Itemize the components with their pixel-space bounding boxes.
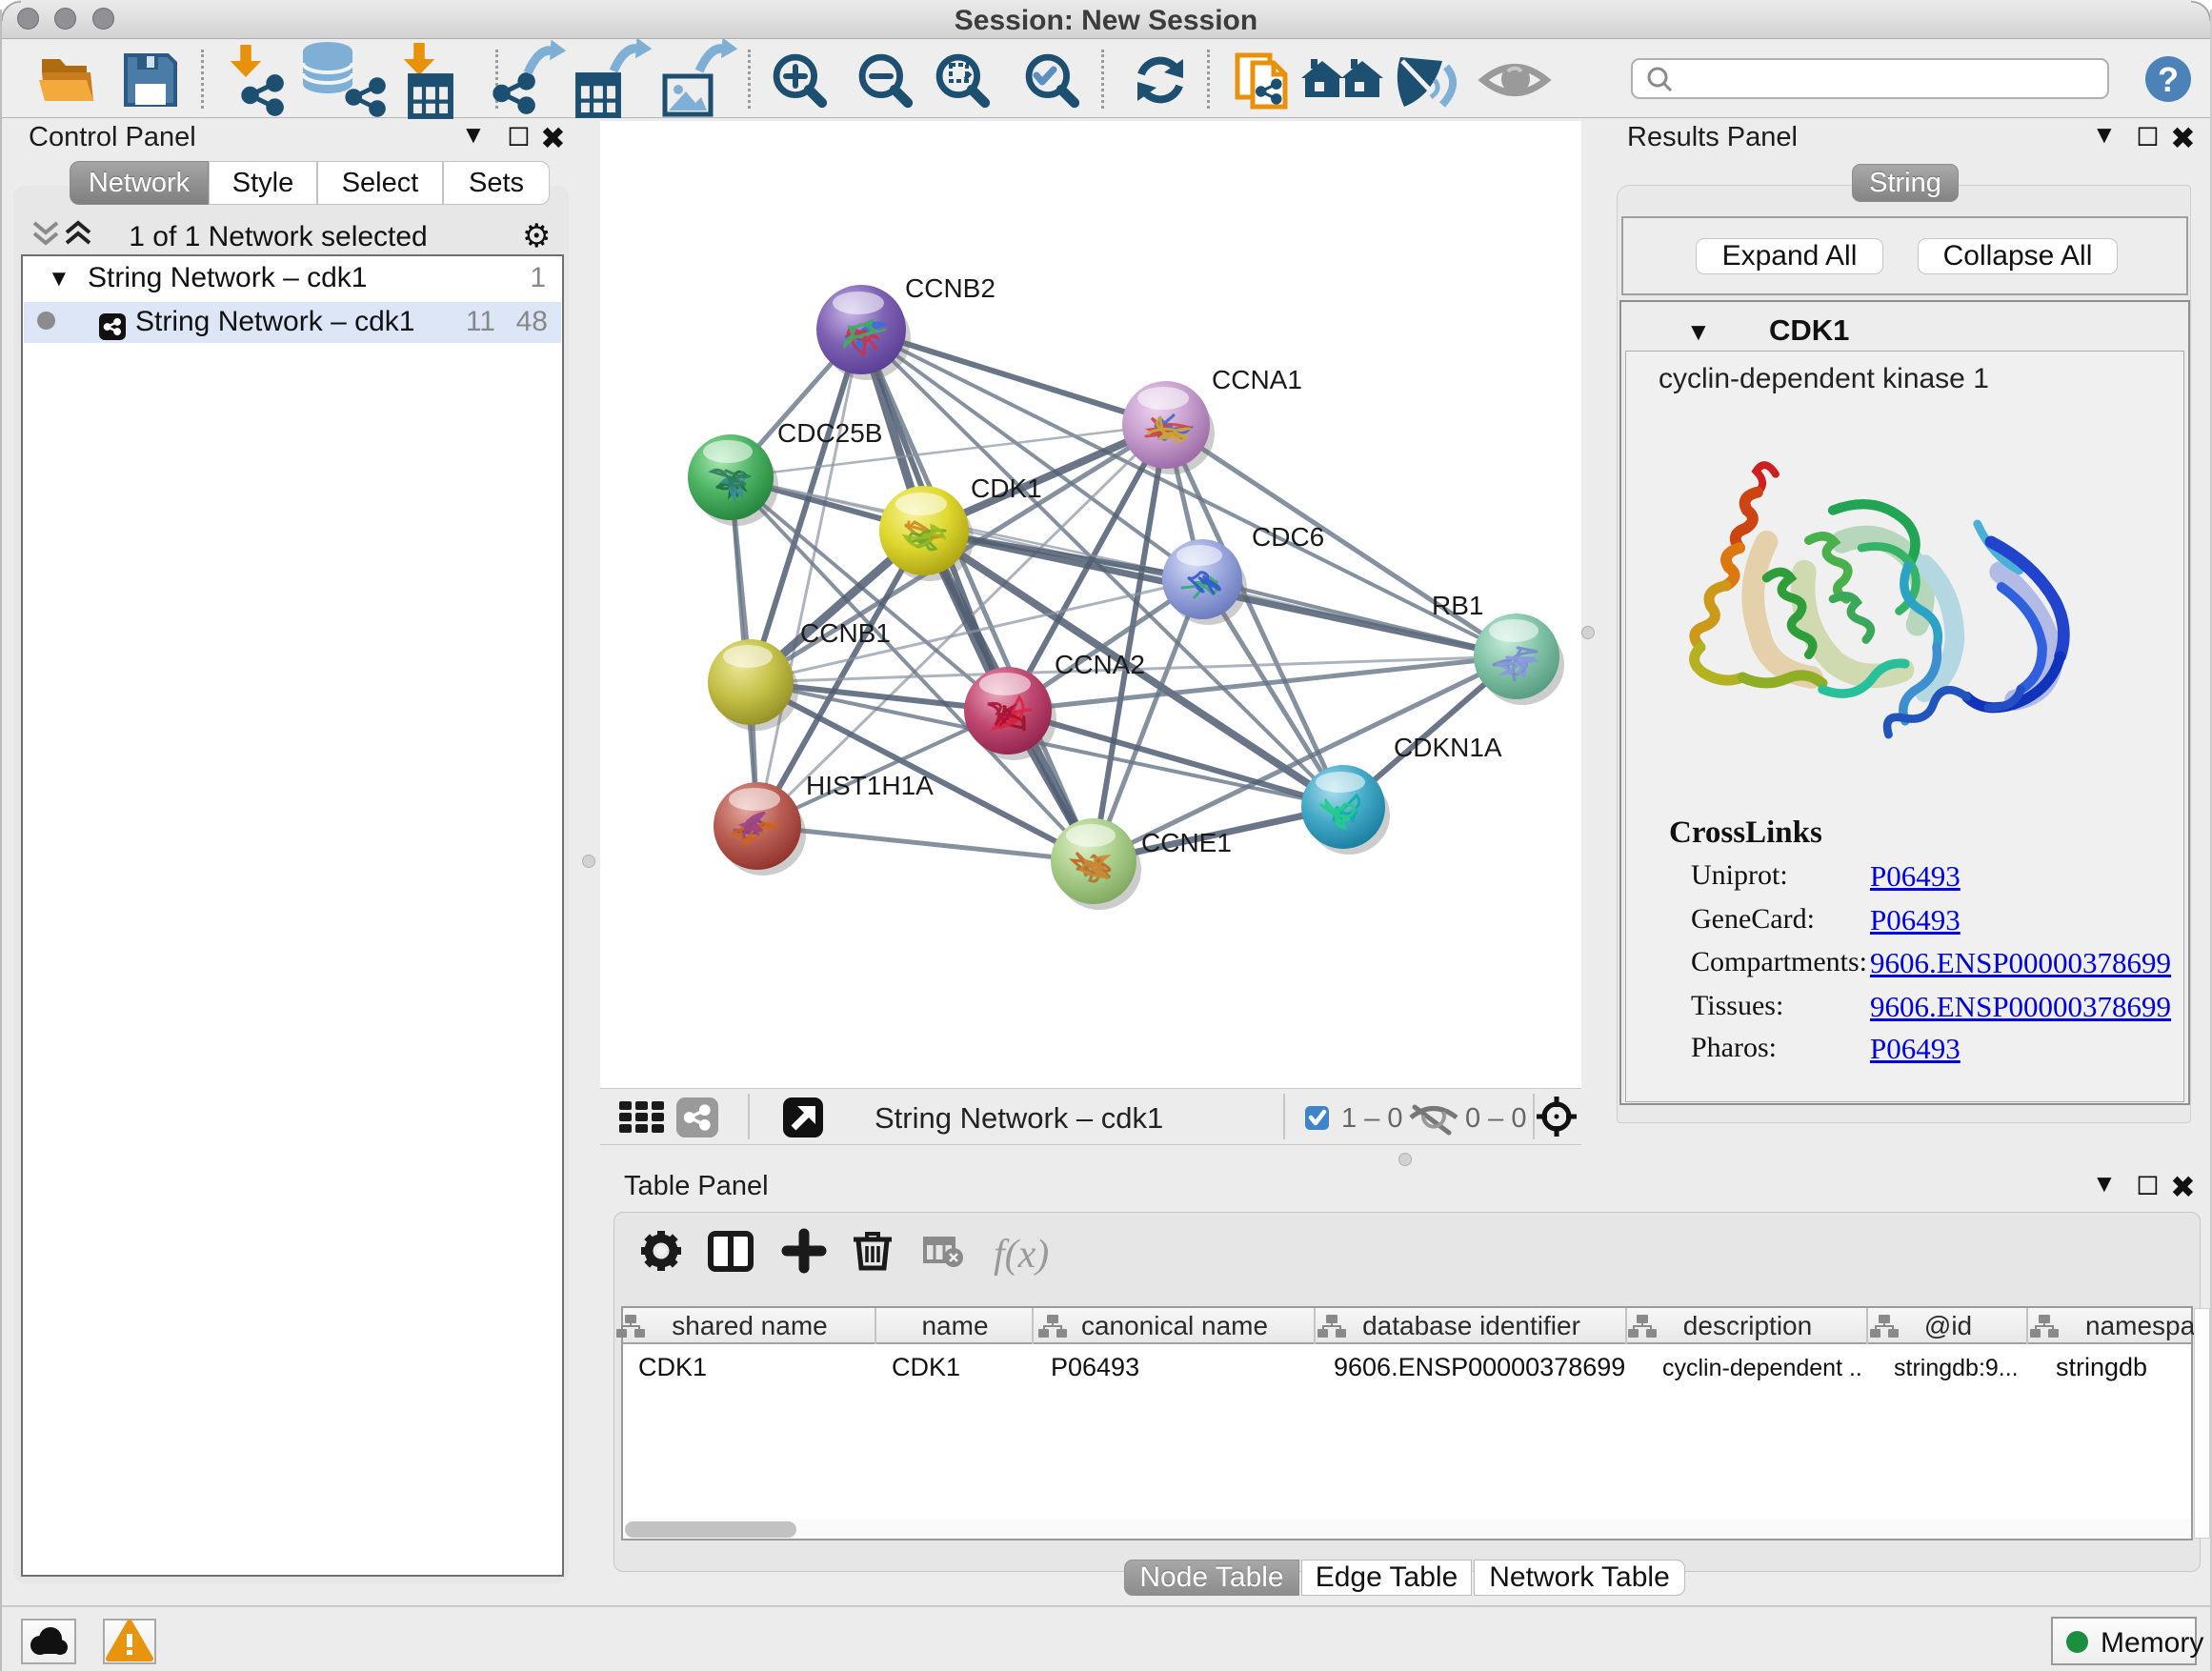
svg-text:0 – 0: 0 – 0 xyxy=(1465,1103,1527,1134)
svg-text:?: ? xyxy=(2158,60,2179,99)
svg-text:String Network – cdk1: String Network – cdk1 xyxy=(875,1101,1163,1135)
svg-text:1 – 0: 1 – 0 xyxy=(1341,1103,1403,1134)
svg-text:f(x): f(x) xyxy=(994,1233,1049,1277)
